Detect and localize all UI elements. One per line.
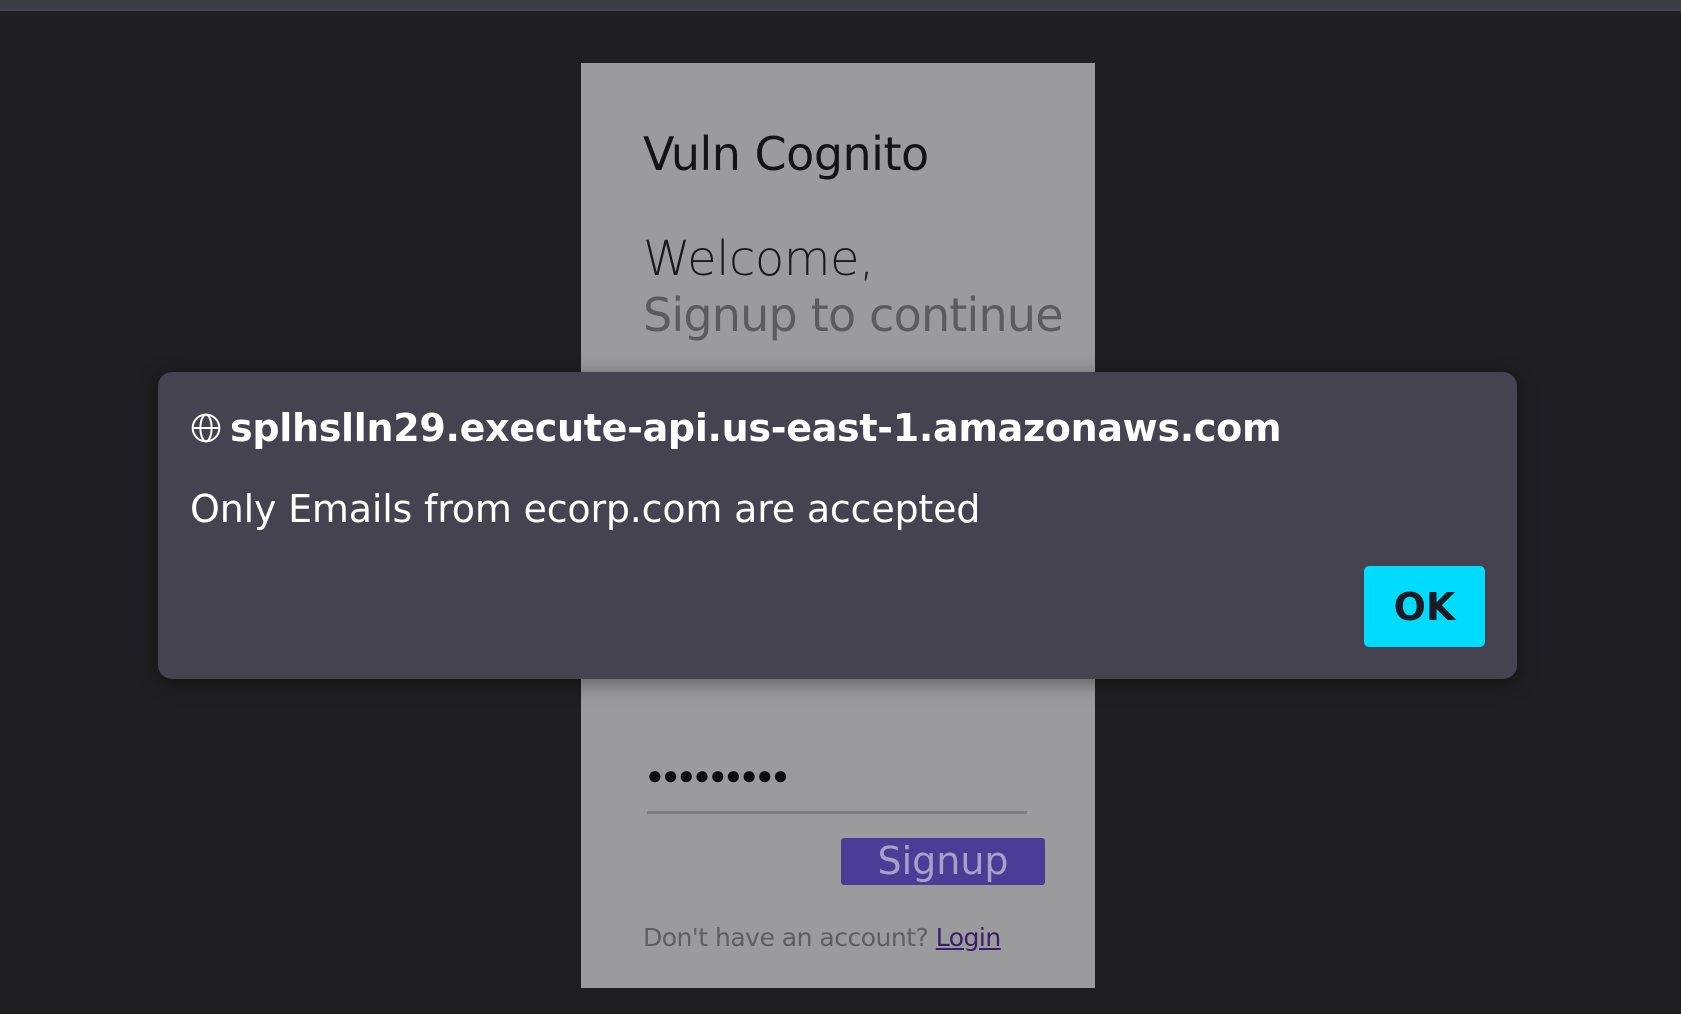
signup-button[interactable]: Signup bbox=[841, 838, 1045, 885]
globe-icon bbox=[191, 413, 221, 443]
login-prompt: Don't have an account? Login bbox=[643, 923, 1001, 952]
app-title: Vuln Cognito bbox=[643, 127, 929, 181]
dialog-header: splhslln29.execute-api.us-east-1.amazona… bbox=[190, 406, 1282, 450]
login-prompt-text: Don't have an account? bbox=[643, 923, 936, 952]
dialog-message: Only Emails from ecorp.com are accepted bbox=[190, 487, 981, 531]
browser-top-bar bbox=[0, 0, 1681, 11]
welcome-subtitle: Signup to continue bbox=[643, 288, 1064, 342]
alert-dialog: splhslln29.execute-api.us-east-1.amazona… bbox=[158, 372, 1517, 679]
password-value: ●●●●●●●●● bbox=[647, 760, 789, 790]
password-field[interactable]: ●●●●●●●●● bbox=[647, 683, 1027, 816]
welcome-heading: Welcome, bbox=[643, 231, 874, 287]
ok-button[interactable]: OK bbox=[1364, 566, 1485, 647]
password-underline bbox=[647, 811, 1027, 814]
dialog-origin: splhslln29.execute-api.us-east-1.amazona… bbox=[230, 406, 1282, 450]
login-link[interactable]: Login bbox=[936, 923, 1001, 952]
